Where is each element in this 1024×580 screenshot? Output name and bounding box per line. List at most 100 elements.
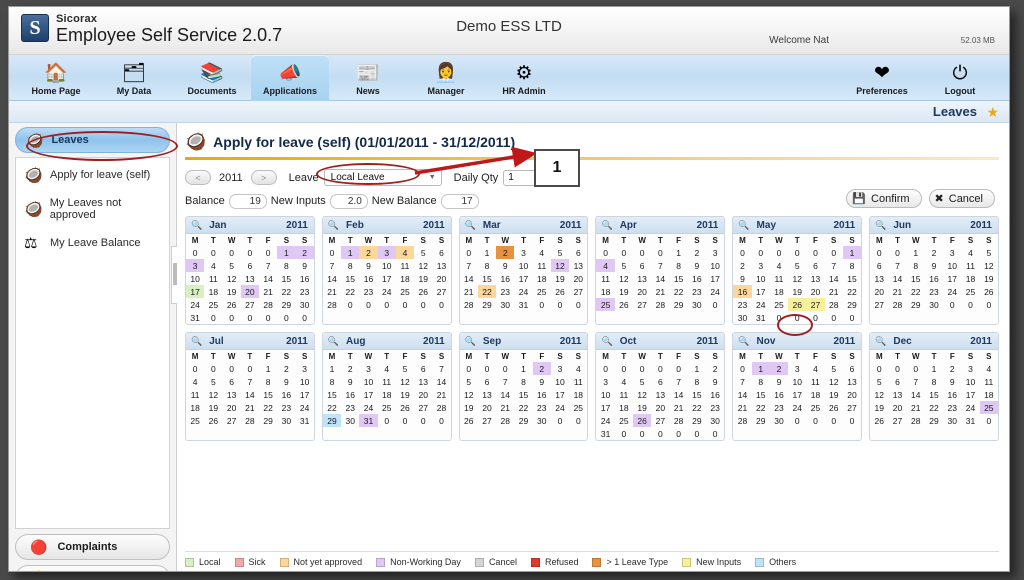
calendar-day[interactable]: 26 — [460, 414, 478, 427]
calendar-day[interactable]: 25 — [186, 414, 204, 427]
calendar-day[interactable]: 8 — [688, 375, 706, 388]
calendar-day[interactable]: 13 — [414, 375, 432, 388]
calendar-day[interactable]: 5 — [615, 259, 633, 272]
calendar-day[interactable]: 19 — [551, 272, 569, 285]
calendar-day[interactable]: 21 — [907, 401, 925, 414]
calendar-day[interactable]: 10 — [752, 272, 770, 285]
calendar-day[interactable]: 23 — [533, 401, 551, 414]
calendar-day[interactable]: 1 — [341, 246, 360, 259]
calendar-day[interactable]: 9 — [296, 259, 314, 272]
calendar-day[interactable]: 12 — [633, 388, 651, 401]
calendar-day[interactable]: 7 — [496, 375, 514, 388]
calendar-day[interactable]: 12 — [414, 259, 432, 272]
calendar-day[interactable]: 28 — [888, 298, 906, 311]
calendar-day[interactable]: 16 — [925, 272, 943, 285]
calendar-day[interactable]: 16 — [533, 388, 551, 401]
calendar-day[interactable]: 25 — [806, 401, 824, 414]
calendar-day[interactable]: 28 — [323, 298, 341, 311]
nav-item-news[interactable]: 📰 News — [329, 55, 407, 101]
calendar-day[interactable]: 29 — [669, 298, 687, 311]
calendar-day[interactable]: 26 — [223, 298, 241, 311]
calendar-day[interactable]: 8 — [478, 259, 496, 272]
calendar-day[interactable]: 2 — [341, 362, 359, 375]
calendar-day[interactable]: 7 — [460, 259, 478, 272]
calendar-day[interactable]: 23 — [277, 401, 295, 414]
calendar-day[interactable]: 18 — [770, 285, 788, 298]
magnifier-icon[interactable]: 🔍 — [191, 336, 202, 347]
calendar-day[interactable]: 16 — [770, 388, 788, 401]
calendar-day[interactable]: 18 — [596, 285, 614, 298]
calendar-day[interactable]: 1 — [907, 246, 925, 259]
calendar-day[interactable]: 24 — [378, 285, 396, 298]
calendar-day[interactable]: 24 — [359, 401, 377, 414]
calendar-day[interactable]: 10 — [514, 259, 532, 272]
calendar-day[interactable]: 28 — [825, 298, 843, 311]
calendar-day[interactable]: 20 — [414, 388, 432, 401]
calendar-day[interactable]: 7 — [825, 259, 843, 272]
calendar-day[interactable]: 15 — [925, 388, 943, 401]
calendar-day[interactable]: 3 — [359, 362, 377, 375]
calendar-day[interactable]: 5 — [980, 246, 998, 259]
calendar-day[interactable]: 27 — [478, 414, 496, 427]
calendar-day[interactable]: 8 — [925, 375, 943, 388]
calendar-day[interactable]: 24 — [296, 401, 314, 414]
calendar-day[interactable]: 2 — [295, 246, 314, 259]
calendar-day[interactable]: 15 — [341, 272, 359, 285]
calendar-day[interactable]: 6 — [888, 375, 906, 388]
calendar-day[interactable]: 2 — [925, 246, 943, 259]
nav-item-preferences[interactable]: ❤ Preferences — [843, 55, 921, 101]
calendar-day[interactable]: 18 — [204, 285, 222, 298]
calendar-day[interactable]: 19 — [825, 388, 843, 401]
calendar-day[interactable]: 20 — [569, 272, 587, 285]
calendar-day[interactable]: 19 — [615, 285, 633, 298]
calendar-day[interactable]: 23 — [925, 285, 943, 298]
calendar-day[interactable]: 15 — [907, 272, 925, 285]
calendar-day[interactable]: 24 — [551, 401, 569, 414]
calendar-day[interactable]: 25 — [961, 285, 979, 298]
calendar-day[interactable]: 22 — [323, 401, 341, 414]
calendar-day[interactable]: 13 — [223, 388, 241, 401]
calendar-day[interactable]: 18 — [569, 388, 587, 401]
calendar-day[interactable]: 1 — [277, 246, 296, 259]
calendar-day[interactable]: 21 — [460, 285, 478, 298]
calendar-day[interactable]: 7 — [888, 259, 906, 272]
calendar-day[interactable]: 10 — [706, 259, 724, 272]
calendar-day[interactable]: 22 — [669, 285, 687, 298]
calendar-day[interactable]: 16 — [706, 388, 724, 401]
magnifier-icon[interactable]: 🔍 — [875, 336, 886, 347]
calendar-day[interactable]: 29 — [277, 298, 295, 311]
calendar-day[interactable]: 19 — [870, 401, 888, 414]
calendar-day[interactable]: 10 — [296, 375, 314, 388]
confirm-button[interactable]: 💾 Confirm — [846, 189, 922, 208]
calendar-day[interactable]: 15 — [669, 272, 687, 285]
calendar-day[interactable]: 9 — [733, 272, 751, 285]
calendar-day[interactable]: 28 — [651, 298, 669, 311]
calendar-day[interactable]: 8 — [669, 259, 687, 272]
calendar-day[interactable]: 3 — [706, 246, 724, 259]
calendar-day[interactable]: 27 — [870, 298, 888, 311]
calendar-day[interactable]: 4 — [770, 259, 788, 272]
calendar-day[interactable]: 10 — [359, 375, 377, 388]
calendar-day[interactable]: 11 — [569, 375, 587, 388]
calendar-day[interactable]: 18 — [186, 401, 204, 414]
calendar-day[interactable]: 16 — [733, 285, 752, 298]
sidebar-item-my-leave-balance[interactable]: ⚖ My Leave Balance — [16, 226, 169, 260]
calendar-day[interactable]: 4 — [204, 259, 222, 272]
calendar-day[interactable]: 22 — [925, 401, 943, 414]
calendar-day[interactable]: 22 — [514, 401, 532, 414]
calendar-day[interactable]: 27 — [432, 285, 450, 298]
calendar-day[interactable]: 20 — [843, 388, 861, 401]
calendar-day[interactable]: 14 — [651, 272, 669, 285]
calendar-day[interactable]: 17 — [514, 272, 532, 285]
calendar-day[interactable]: 11 — [533, 259, 551, 272]
magnifier-icon[interactable]: 🔍 — [875, 220, 886, 231]
calendar-day[interactable]: 19 — [460, 401, 478, 414]
calendar-day[interactable]: 25 — [204, 298, 222, 311]
calendar-day[interactable]: 4 — [533, 246, 551, 259]
calendar-day[interactable]: 28 — [460, 298, 478, 311]
calendar-day[interactable]: 20 — [870, 285, 888, 298]
calendar-day[interactable]: 20 — [478, 401, 496, 414]
calendar-day[interactable]: 24 — [186, 298, 204, 311]
calendar-day[interactable]: 8 — [341, 259, 359, 272]
calendar-day[interactable]: 3 — [788, 362, 806, 375]
